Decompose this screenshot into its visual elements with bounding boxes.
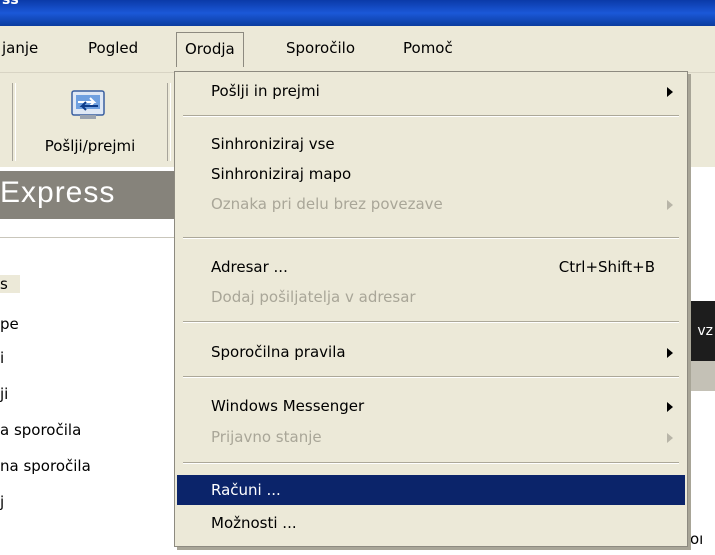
submenu-arrow-icon [667, 433, 673, 443]
menu-item-sync-all[interactable]: Sinhroniziraj vse [175, 129, 687, 159]
menu-item-send-receive[interactable]: Pošlji in prejmi [175, 76, 687, 106]
menu-item-shortcut: Ctrl+Shift+B [558, 258, 655, 276]
submenu-arrow-icon [667, 87, 673, 97]
menu-edit[interactable]: janje [2, 36, 38, 60]
folder-item[interactable]: pe [0, 315, 19, 333]
menu-separator [183, 237, 679, 239]
menu-separator [183, 115, 679, 117]
tools-dropdown-menu: Pošlji in prejmi Sinhroniziraj vse Sinhr… [174, 71, 688, 547]
message-pane-text: oı [690, 530, 704, 548]
window-title: ss [2, 0, 19, 8]
title-bar: ss [0, 0, 715, 26]
folder-item[interactable]: j [0, 493, 4, 511]
menu-message[interactable]: Sporočilo [286, 36, 355, 60]
submenu-arrow-icon [667, 200, 673, 210]
menu-item-label: Oznaka pri delu brez povezave [211, 195, 443, 213]
submenu-arrow-icon [667, 348, 673, 358]
menu-help[interactable]: Pomoč [403, 36, 453, 60]
folder-pane-divider [0, 237, 175, 238]
menu-item-label: Sporočilna pravila [211, 343, 346, 361]
send-receive-icon [71, 90, 105, 119]
menu-item-label: Pošlji in prejmi [211, 82, 320, 100]
message-header-text: vz [697, 323, 713, 339]
menu-item-windows-messenger[interactable]: Windows Messenger [175, 391, 687, 421]
menu-bar: janje Pogled Orodja Sporočilo Pomoč [0, 26, 715, 72]
menu-item-accounts[interactable]: Računi ... [177, 475, 685, 505]
menu-item-label: Možnosti ... [211, 514, 297, 532]
menu-tools[interactable]: Orodja [176, 32, 244, 67]
menu-item-sync-folder[interactable]: Sinhroniziraj mapo [175, 159, 687, 189]
menu-separator [183, 376, 679, 378]
menu-separator [183, 462, 679, 464]
folder-pane: s pe i ji a sporočila na sporočila j [0, 223, 175, 555]
folder-item[interactable]: ji [0, 385, 8, 403]
menu-item-label: Sinhroniziraj mapo [211, 165, 352, 183]
menu-separator [183, 321, 679, 323]
menu-item-login-status: Prijavno stanje [175, 422, 687, 452]
banner-title: Express [0, 176, 116, 209]
menu-item-mark-offline: Oznaka pri delu brez povezave [175, 189, 687, 219]
menu-item-label: Windows Messenger [211, 397, 365, 415]
send-receive-button[interactable]: Pošlji/prejmi [30, 81, 150, 161]
folder-item[interactable]: a sporočila [0, 421, 81, 439]
menu-item-message-rules[interactable]: Sporočilna pravila [175, 337, 687, 367]
folder-item[interactable]: na sporočila [0, 457, 91, 475]
toolbar-separator [167, 83, 171, 161]
menu-item-label: Adresar ... [211, 258, 288, 276]
menu-item-label: Dodaj pošiljatelja v adresar [211, 288, 416, 306]
menu-item-label: Računi ... [211, 481, 281, 499]
menu-view[interactable]: Pogled [88, 36, 138, 60]
folder-item[interactable]: i [0, 349, 4, 367]
toolbar-separator [12, 83, 16, 161]
menu-item-label: Sinhroniziraj vse [211, 135, 335, 153]
menu-item-address-book[interactable]: Adresar ... Ctrl+Shift+B [175, 252, 687, 282]
submenu-arrow-icon [667, 402, 673, 412]
menu-item-options[interactable]: Možnosti ... [175, 508, 687, 538]
menu-item-label: Prijavno stanje [211, 428, 322, 446]
send-receive-label: Pošlji/prejmi [44, 137, 136, 155]
menu-item-add-sender: Dodaj pošiljatelja v adresar [175, 282, 687, 312]
folder-item[interactable]: s [0, 275, 20, 293]
